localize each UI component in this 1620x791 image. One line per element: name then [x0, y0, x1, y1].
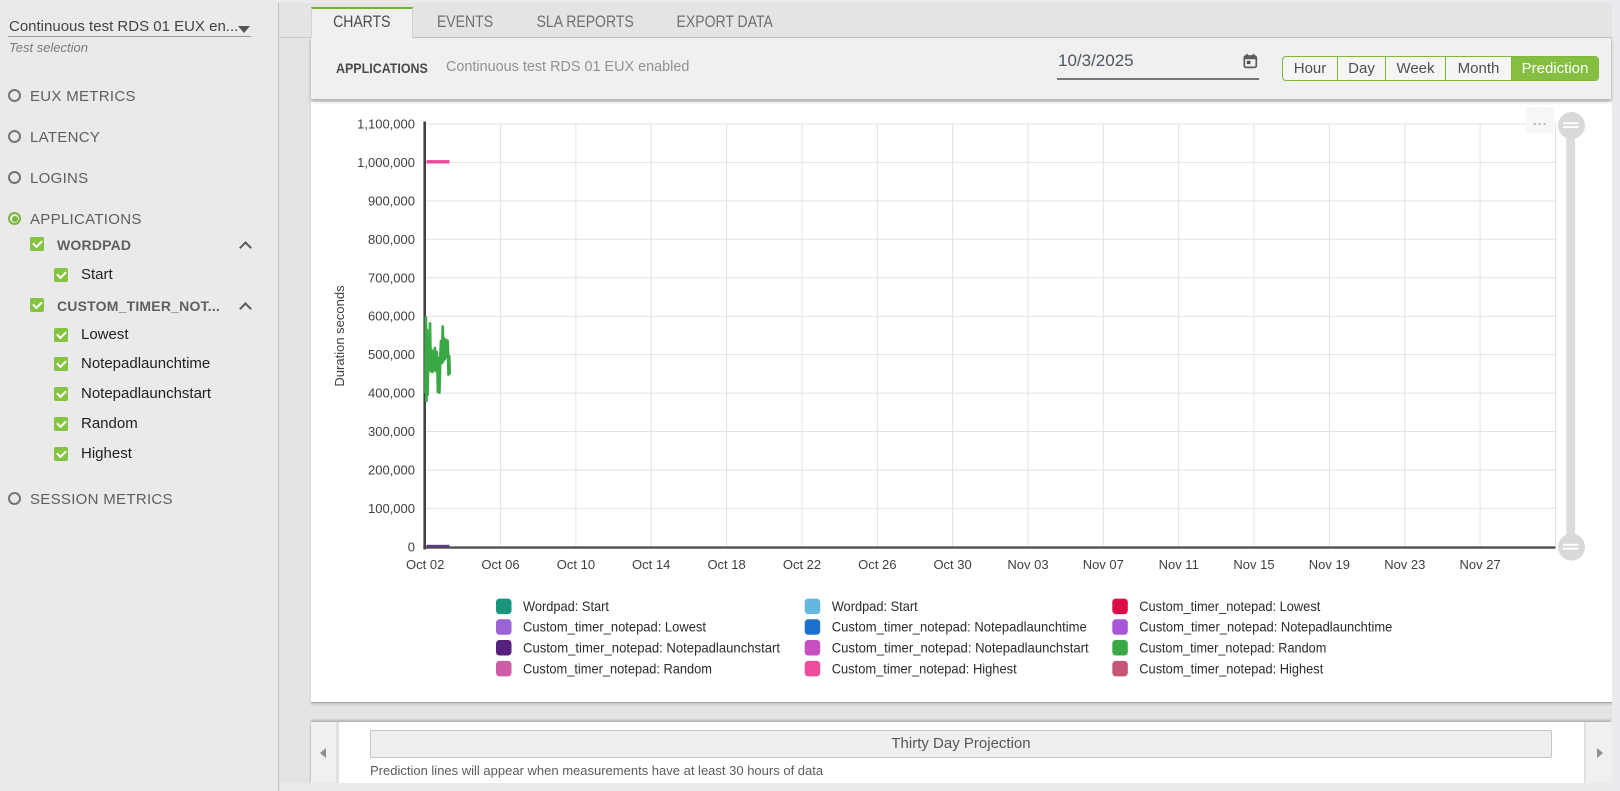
svg-text:700,000: 700,000	[368, 270, 415, 285]
svg-text:Nov 19: Nov 19	[1309, 557, 1350, 572]
svg-text:Oct 30: Oct 30	[933, 557, 971, 572]
svg-text:Oct 10: Oct 10	[557, 557, 595, 572]
svg-text:Custom_timer_notepad: Lowest: Custom_timer_notepad: Lowest	[523, 619, 706, 635]
svg-text:600,000: 600,000	[368, 309, 415, 324]
svg-text:500,000: 500,000	[368, 347, 415, 362]
svg-text:0: 0	[408, 539, 415, 554]
svg-text:900,000: 900,000	[368, 193, 415, 208]
svg-text:Custom_timer_notepad: Random: Custom_timer_notepad: Random	[523, 660, 712, 676]
svg-text:Custom_timer_notepad: Highest: Custom_timer_notepad: Highest	[1139, 660, 1323, 676]
svg-text:Nov 07: Nov 07	[1083, 557, 1124, 572]
svg-text:1,100,000: 1,100,000	[357, 117, 415, 132]
svg-text:Wordpad: Start: Wordpad: Start	[832, 598, 918, 614]
svg-text:Oct 18: Oct 18	[707, 557, 745, 572]
svg-text:Oct 22: Oct 22	[783, 557, 821, 572]
svg-text:1,000,000: 1,000,000	[357, 155, 415, 170]
svg-text:Custom_timer_notepad: Notepadl: Custom_timer_notepad: Notepadlaunchstart	[523, 639, 780, 655]
svg-text:400,000: 400,000	[368, 386, 415, 401]
svg-text:Duration seconds: Duration seconds	[332, 285, 347, 387]
svg-text:Oct 14: Oct 14	[632, 557, 670, 572]
svg-text:Custom_timer_notepad: Notepadl: Custom_timer_notepad: Notepadlaunchstart	[832, 639, 1089, 655]
svg-text:Custom_timer_notepad: Notepadl: Custom_timer_notepad: Notepadlaunchtime	[832, 619, 1087, 635]
svg-text:Oct 26: Oct 26	[858, 557, 896, 572]
svg-text:Custom_timer_notepad: Lowest: Custom_timer_notepad: Lowest	[1139, 598, 1320, 614]
svg-text:Nov 27: Nov 27	[1459, 557, 1500, 572]
svg-text:Oct 02: Oct 02	[406, 557, 444, 572]
svg-text:Nov 23: Nov 23	[1384, 557, 1425, 572]
svg-text:Custom_timer_notepad: Highest: Custom_timer_notepad: Highest	[832, 660, 1017, 676]
svg-text:Oct 06: Oct 06	[481, 557, 519, 572]
svg-text:Wordpad: Start: Wordpad: Start	[523, 598, 609, 614]
svg-text:Custom_timer_notepad: Notepadl: Custom_timer_notepad: Notepadlaunchtime	[1139, 619, 1392, 635]
svg-text:Nov 15: Nov 15	[1233, 557, 1274, 572]
svg-text:100,000: 100,000	[368, 501, 415, 516]
svg-text:Nov 03: Nov 03	[1007, 557, 1048, 572]
svg-text:300,000: 300,000	[368, 424, 415, 439]
svg-text:Nov 11: Nov 11	[1159, 557, 1199, 572]
svg-text:200,000: 200,000	[368, 463, 415, 478]
svg-text:Custom_timer_notepad: Random: Custom_timer_notepad: Random	[1139, 639, 1326, 655]
svg-text:800,000: 800,000	[368, 232, 415, 247]
